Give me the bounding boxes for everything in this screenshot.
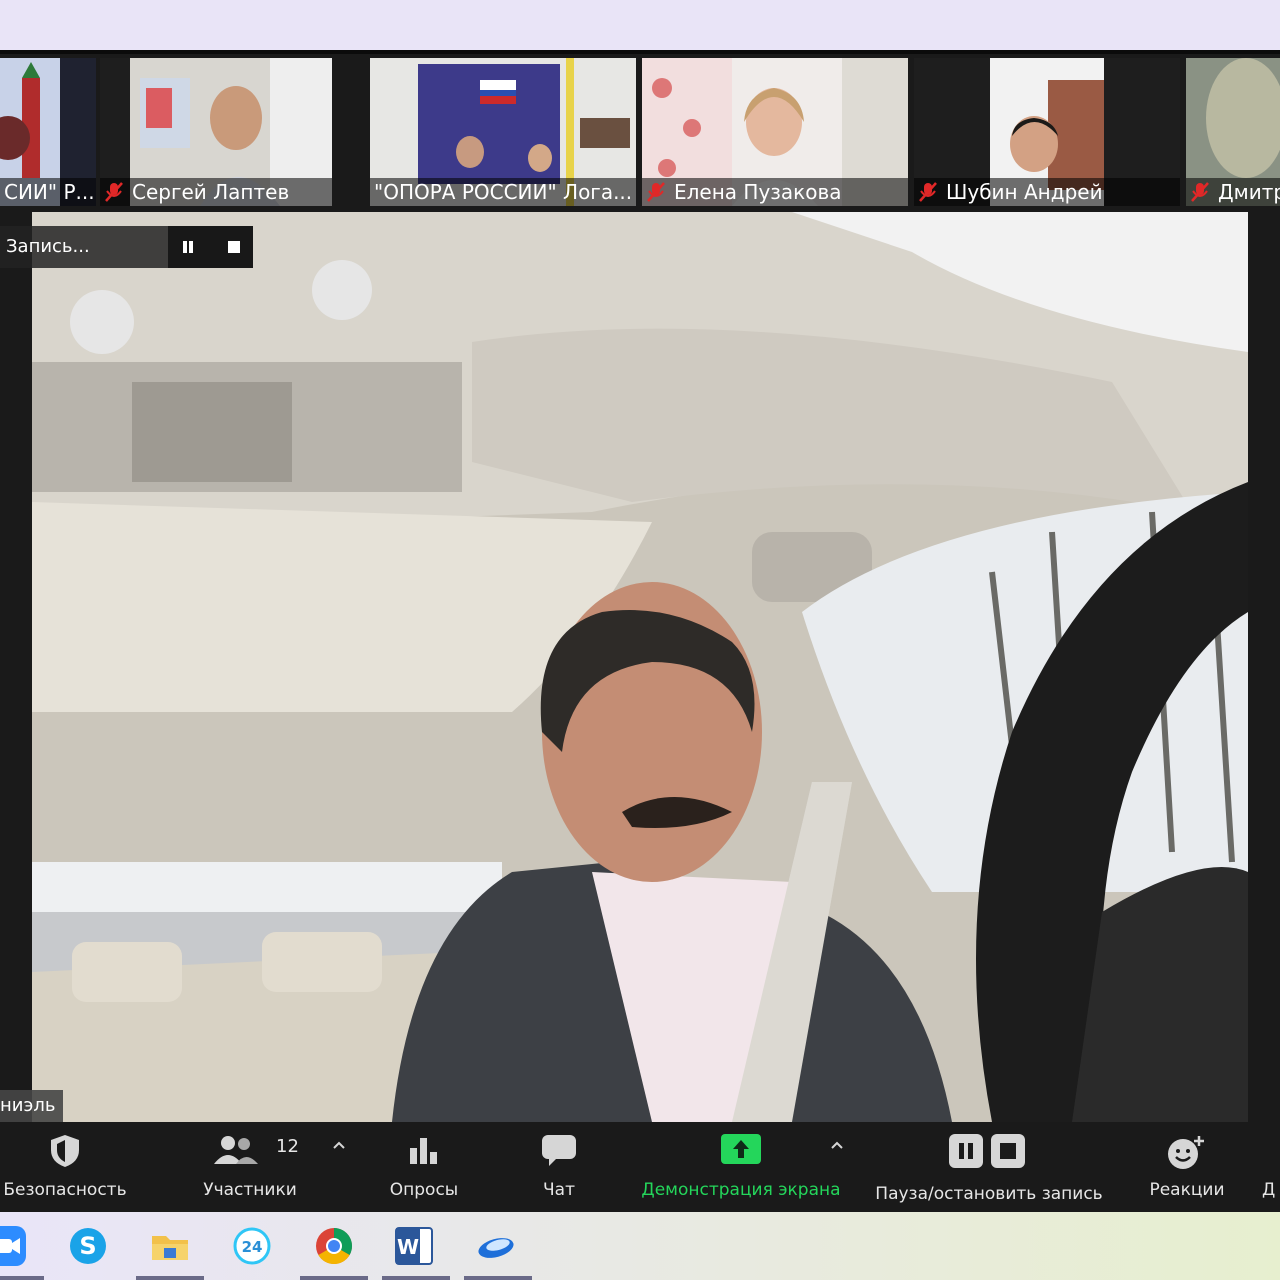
taskbar-active-indicator xyxy=(300,1276,368,1280)
participant-name-label: "ОПОРА РОССИИ" Лога... xyxy=(370,178,636,206)
share-options-chevron-up-icon[interactable] xyxy=(830,1140,844,1150)
taskbar-active-indicator xyxy=(382,1276,450,1280)
taskbar-active-indicator xyxy=(464,1276,532,1280)
mic-muted-icon xyxy=(647,182,665,202)
zoom-icon[interactable] xyxy=(0,1222,30,1270)
security-button[interactable]: Безопасность xyxy=(0,1124,130,1212)
reactions-button[interactable]: Реакции xyxy=(1140,1124,1234,1212)
participants-icon xyxy=(213,1136,258,1164)
stop-recording-icon[interactable] xyxy=(228,241,240,253)
pause-recording-icon[interactable] xyxy=(182,241,194,253)
skype-icon[interactable]: S xyxy=(64,1222,112,1270)
participant-name-label: Сергей Лаптев xyxy=(100,178,332,206)
polls-bar-chart-icon xyxy=(410,1138,437,1164)
participants-button[interactable]: 12 Участники xyxy=(190,1124,310,1212)
svg-text:24: 24 xyxy=(242,1238,263,1256)
word-icon[interactable]: W xyxy=(390,1222,438,1270)
pause-stop-recording-button[interactable]: Пауза/остановить запись xyxy=(866,1124,1112,1212)
speaker-video-frame xyxy=(32,212,1248,1122)
chat-button[interactable]: Чат xyxy=(514,1124,604,1212)
active-speaker-name-tag: ниэль xyxy=(0,1090,64,1122)
participant-name-label: Шубин Андрей xyxy=(914,178,1180,206)
participant-tile-6[interactable]: Дмитр xyxy=(1186,58,1280,206)
polls-button[interactable]: Опросы xyxy=(374,1124,474,1212)
recording-indicator: Запись... xyxy=(0,226,253,268)
recording-status-text: Запись... xyxy=(6,236,90,257)
participants-count: 12 xyxy=(276,1136,299,1157)
mic-muted-icon xyxy=(919,182,937,202)
taskbar-active-indicator xyxy=(136,1276,204,1280)
share-screen-arrow-icon xyxy=(721,1134,761,1164)
taskbar-active-indicator xyxy=(0,1276,44,1280)
participant-tile-4[interactable]: Елена Пузакова xyxy=(642,58,908,206)
participant-name-label: Елена Пузакова xyxy=(642,178,908,206)
participant-tile-3[interactable]: "ОПОРА РОССИИ" Лога... xyxy=(370,58,636,206)
participant-name-label: СИИ" Р... xyxy=(0,178,96,206)
participant-name-label: Дмитр xyxy=(1186,178,1280,206)
mic-muted-icon xyxy=(105,182,123,202)
window-top-band xyxy=(0,0,1280,50)
pause-stop-record-icons xyxy=(949,1134,1025,1168)
mic-muted-icon xyxy=(1191,182,1209,202)
share-screen-button[interactable]: Демонстрация экрана xyxy=(630,1124,852,1212)
file-explorer-icon[interactable] xyxy=(146,1222,194,1270)
participant-tile-1[interactable]: СИИ" Р... xyxy=(0,58,96,206)
meeting-toolbar: Безопасность 12 Участники Опросы Чат Дем… xyxy=(0,1124,1280,1212)
svg-text:W: W xyxy=(397,1235,419,1259)
shield-icon xyxy=(51,1135,79,1167)
participants-options-chevron-up-icon[interactable] xyxy=(332,1140,346,1150)
participant-tile-5[interactable]: Шубин Андрей xyxy=(914,58,1180,206)
participant-tile-2[interactable]: Сергей Лаптев xyxy=(100,58,332,206)
os-taskbar: S 24 W xyxy=(0,1212,1280,1280)
chat-bubble-icon xyxy=(542,1135,576,1166)
chrome-icon[interactable] xyxy=(310,1222,358,1270)
recording-controls xyxy=(168,226,253,268)
svg-text:S: S xyxy=(79,1232,96,1260)
active-speaker-video xyxy=(32,212,1248,1122)
more-button[interactable]: Д xyxy=(1262,1124,1280,1212)
reaction-emoji-icon xyxy=(1168,1136,1204,1169)
app-cloud-icon[interactable] xyxy=(472,1222,520,1270)
participant-strip: СИИ" Р... Сергей Лаптев "ОПОРА РОССИИ" Л… xyxy=(0,54,1280,210)
bitrix24-icon[interactable]: 24 xyxy=(228,1222,276,1270)
